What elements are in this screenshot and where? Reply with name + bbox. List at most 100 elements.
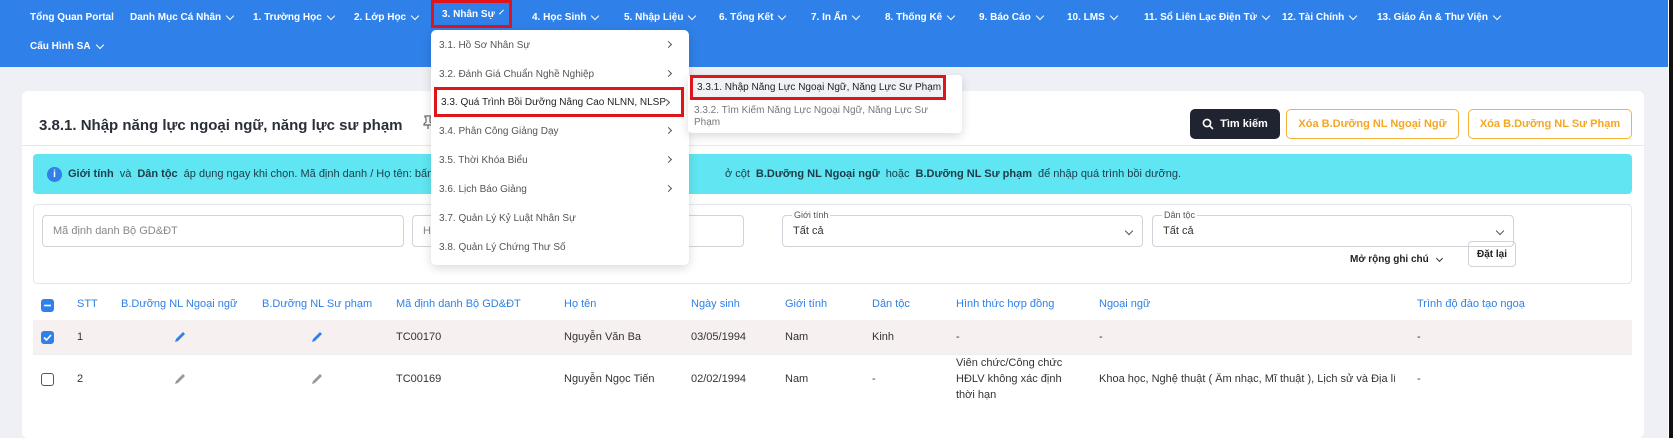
column-header[interactable]: Mã định danh Bộ GD&ĐT — [396, 298, 521, 310]
edit-icon[interactable] — [310, 372, 324, 386]
chevron-right-icon — [664, 40, 673, 49]
nav-nhan-su[interactable]: 3. Nhân Sự — [431, 0, 512, 28]
menu-item-qua-trinh-boi-duong[interactable]: 3.3. Quá Trình Bồi Dưỡng Nâng Cao NLNN, … — [434, 87, 684, 117]
chevron-down-icon — [1492, 11, 1502, 20]
menu-item-label: 3.3. Quá Trình Bồi Dưỡng Nâng Cao NLNN, … — [441, 96, 667, 108]
nav-bao-cao[interactable]: 9. Báo Cáo — [979, 11, 1044, 23]
info-text: để nhập quá trình bồi dưỡng. — [1038, 168, 1182, 180]
nav-label: 5. Nhập Liệu — [624, 12, 684, 23]
chevron-down-icon — [1109, 11, 1119, 20]
menu-item-label: 3.2. Đánh Giá Chuẩn Nghề Nghiệp — [439, 68, 595, 80]
table-row[interactable] — [33, 320, 1632, 354]
column-header[interactable]: B.Dưỡng NL Sư phạm — [262, 298, 372, 310]
chevron-down-icon — [1261, 11, 1271, 20]
column-header[interactable]: B.Dưỡng NL Ngoại ngữ — [121, 298, 237, 310]
column-header[interactable]: Ngày sinh — [691, 298, 740, 310]
chevron-right-icon — [664, 184, 673, 193]
nav-label: 2. Lớp Học — [354, 12, 407, 23]
nav-cau-hinh-sa[interactable]: Cấu Hình SA — [30, 40, 104, 52]
menu-item-thoi-khoa-bieu[interactable]: 3.5. Thời Khóa Biểu — [439, 149, 683, 171]
ma-dinh-danh-input[interactable]: Mã định danh Bộ GD&ĐT — [42, 215, 404, 247]
column-header[interactable]: Trình độ đào tạo ngoạ — [1417, 298, 1632, 310]
chevron-down-icon — [498, 9, 504, 15]
qua-trinh-boi-duong-submenu: 3.3.1. Nhập Năng Lực Ngoại Ngữ, Năng Lực… — [688, 75, 962, 133]
chevron-down-icon — [591, 11, 600, 20]
nav-label: 9. Báo Cáo — [979, 12, 1031, 23]
menu-item-lich-bao-giang[interactable]: 3.6. Lịch Báo Giảng — [439, 178, 683, 200]
cell-ngay-sinh: 02/02/1994 — [691, 373, 747, 385]
nav-danh-muc-ca-nhan[interactable]: Danh Mục Cá Nhân — [130, 11, 235, 23]
page-title: 3.8.1. Nhập năng lực ngoại ngữ, năng lực… — [39, 117, 403, 134]
nav-label: 6. Tổng Kết — [719, 12, 774, 23]
menu-item-ho-so-nhan-su[interactable]: 3.1. Hồ Sơ Nhân Sự — [439, 34, 683, 56]
cell-ho-ten: Nguyễn Ngọc Tiến — [564, 373, 655, 385]
chevron-down-icon — [1348, 11, 1358, 20]
menu-item-label: 3.4. Phân Công Giảng Dạy — [439, 125, 559, 137]
gioi-tinh-select[interactable]: Giới tính Tất cả — [782, 210, 1143, 247]
nav-label: 11. Sổ Liên Lạc Điện Tử — [1144, 12, 1257, 23]
nav-tong-quan-portal[interactable]: Tổng Quan Portal — [30, 12, 114, 23]
filter-panel: Mã định danh Bộ GD&ĐT H Giới tính Tất cả… — [33, 204, 1632, 284]
field-label: Dân tộc — [1162, 210, 1198, 220]
divider — [33, 354, 1632, 355]
nav-hoc-sinh[interactable]: 4. Học Sinh — [532, 11, 600, 23]
dan-toc-select[interactable]: Dân tộc Tất cả — [1152, 210, 1514, 247]
menu-item-ky-luat-nhan-su[interactable]: 3.7. Quản Lý Kỷ Luật Nhân Sự — [439, 207, 683, 229]
menu-item-label: 3.7. Quản Lý Kỷ Luật Nhân Sự — [439, 212, 576, 224]
column-header[interactable]: Hình thức hợp đồng — [956, 298, 1054, 310]
edit-icon[interactable] — [310, 330, 324, 344]
cell-ngoai-ngu: Khoa học, Nghệ thuật ( Âm nhạc, Mĩ thuật… — [1099, 373, 1395, 385]
submenu-item-nhap-nang-luc[interactable]: 3.3.1. Nhập Năng Lực Ngoại Ngữ, Năng Lực… — [690, 75, 946, 100]
column-header[interactable]: Họ tên — [564, 298, 596, 310]
cell-ho-ten: Nguyễn Văn Ba — [564, 331, 642, 343]
delete-pedagogy-training-button[interactable]: Xóa B.Dưỡng NL Sư Phạm — [1468, 109, 1632, 139]
select-all-checkbox[interactable] — [41, 299, 54, 312]
expand-notes-toggle[interactable]: Mở rộng ghi chú — [1350, 254, 1443, 265]
cell-trinh-do: - — [1417, 331, 1421, 343]
edit-icon[interactable] — [173, 330, 187, 344]
nav-truong-hoc[interactable]: 1. Trường Học — [253, 11, 336, 23]
info-text: hoặc — [885, 168, 910, 180]
menu-item-phan-cong-giang-day[interactable]: 3.4. Phân Công Giảng Dạy — [439, 120, 683, 142]
cell-trinh-do: - — [1417, 373, 1421, 385]
scrollbar[interactable] — [1668, 0, 1680, 438]
field-value: Tất cả — [793, 225, 824, 237]
info-text: B.Dưỡng NL Ngoại ngữ — [755, 168, 880, 180]
nav-nhap-lieu[interactable]: 5. Nhập Liệu — [624, 11, 697, 23]
row-checkbox[interactable] — [41, 373, 54, 386]
cell-gioi-tinh: Nam — [785, 373, 809, 385]
chevron-down-icon — [225, 11, 235, 20]
menu-item-danh-gia-chuan[interactable]: 3.2. Đánh Giá Chuẩn Nghề Nghiệp — [439, 63, 683, 85]
nav-tai-chinh[interactable]: 12. Tài Chính — [1282, 11, 1358, 23]
chevron-down-icon — [1435, 254, 1443, 262]
menu-item-chung-thu-so[interactable]: 3.8. Quản Lý Chứng Thư Số — [439, 236, 683, 258]
scrollbar-thumb[interactable] — [1669, 0, 1673, 438]
edit-icon[interactable] — [173, 372, 187, 386]
column-header[interactable]: Giới tính — [785, 298, 827, 310]
delete-foreign-language-training-button[interactable]: Xóa B.Dưỡng NL Ngoại Ngữ — [1286, 109, 1459, 139]
column-header[interactable]: Ngoại ngữ — [1099, 298, 1150, 310]
nav-label: 4. Học Sinh — [532, 12, 587, 23]
nav-label: 1. Trường Học — [253, 12, 322, 23]
search-icon — [1202, 118, 1214, 130]
nav-lop-hoc[interactable]: 2. Lớp Học — [354, 11, 420, 23]
chevron-down-icon — [410, 11, 420, 20]
info-text: Giới tính — [68, 168, 114, 180]
submenu-item-tim-kiem-nang-luc[interactable]: 3.3.2. Tìm Kiếm Năng Lực Ngoại Ngữ, Năng… — [694, 105, 954, 129]
cell-dan-toc: - — [872, 373, 876, 385]
nav-tong-ket[interactable]: 6. Tổng Kết — [719, 11, 787, 23]
info-text: Dân tộc — [137, 168, 178, 180]
info-text: B.Dưỡng NL Sư phạm — [915, 168, 1032, 180]
chevron-down-icon — [1035, 11, 1044, 20]
row-checkbox[interactable] — [41, 331, 54, 344]
cell-gioi-tinh: Nam — [785, 331, 809, 343]
nav-in-an[interactable]: 7. In Ấn — [811, 11, 861, 23]
nav-giao-an[interactable]: 13. Giáo Án & Thư Viện — [1377, 11, 1502, 23]
column-header[interactable]: STT — [77, 298, 98, 310]
search-button[interactable]: Tìm kiếm — [1190, 109, 1280, 139]
nav-thong-ke[interactable]: 8. Thống Kê — [885, 11, 956, 23]
nav-lms[interactable]: 10. LMS — [1067, 11, 1119, 23]
column-header[interactable]: Dân tộc — [872, 298, 910, 310]
nav-so-lien-lac[interactable]: 11. Sổ Liên Lạc Điện Tử — [1144, 11, 1271, 23]
reset-button[interactable]: Đặt lại — [1468, 241, 1516, 267]
